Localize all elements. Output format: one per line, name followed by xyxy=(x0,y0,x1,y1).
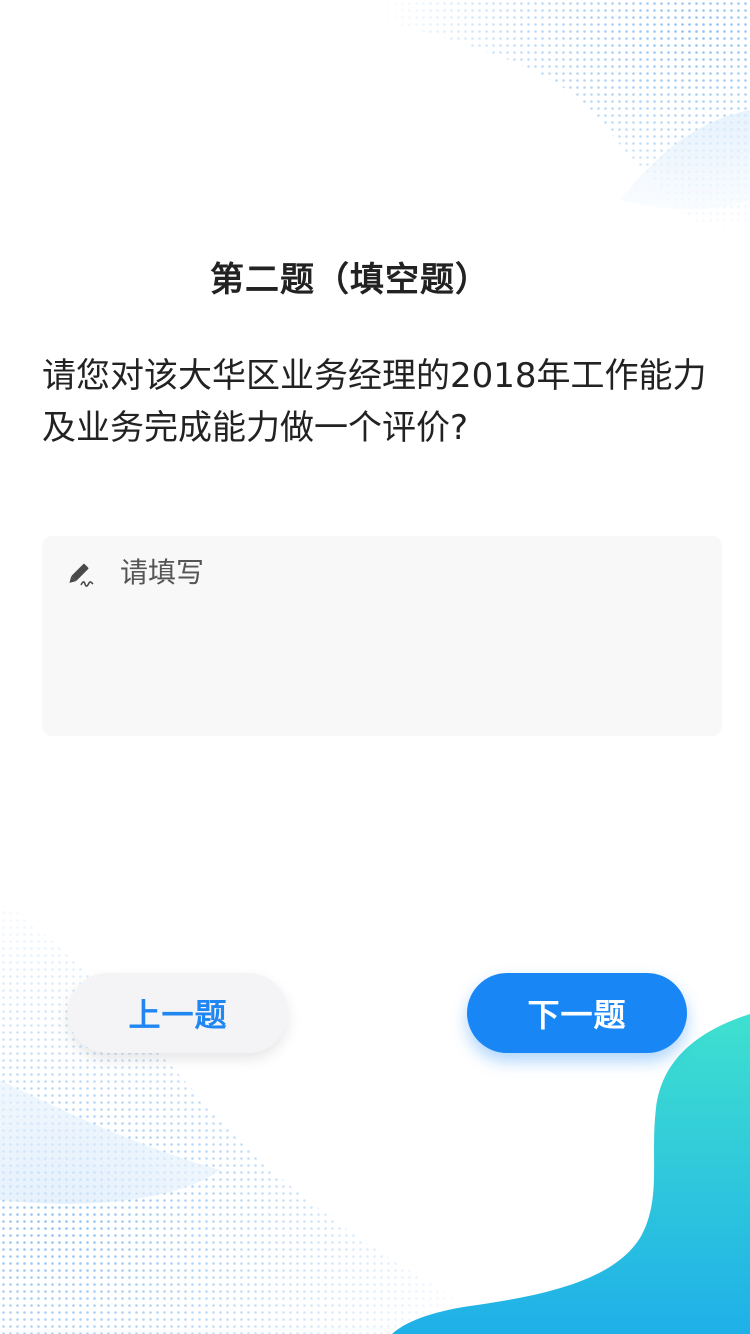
prev-question-label: 上一题 xyxy=(128,996,228,1034)
prev-question-button[interactable]: 上一题 xyxy=(68,973,288,1053)
answer-box[interactable] xyxy=(42,536,722,736)
question-text: 请您对该大华区业务经理的2018年工作能力及业务完成能力做一个评价? xyxy=(42,356,707,448)
pencil-icon xyxy=(69,563,94,587)
next-question-label: 下一题 xyxy=(527,996,627,1034)
answer-input[interactable] xyxy=(120,550,700,594)
next-question-button[interactable]: 下一题 xyxy=(467,973,687,1053)
question-title: 第二题（填空题） xyxy=(210,260,490,300)
question-page: 第二题（填空题） 请您对该大华区业务经理的2018年工作能力及业务完成能力做一个… xyxy=(0,0,750,1334)
